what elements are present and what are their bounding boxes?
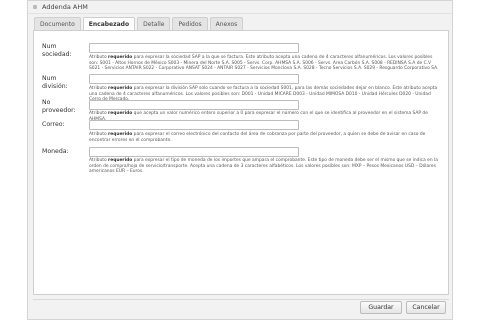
moneda-label: Moneda:	[42, 148, 69, 155]
save-button[interactable]: Guardar	[360, 301, 402, 314]
correo-help: Atributo requerido para expresar el corr…	[89, 132, 426, 143]
no-proveedor-label: No proveedor:	[42, 99, 76, 114]
num-sociedad-input[interactable]	[89, 43, 299, 53]
footer-divider	[33, 299, 449, 300]
num-division-input[interactable]	[89, 74, 299, 84]
tab-encabezado[interactable]: Encabezado	[82, 17, 136, 31]
num-sociedad-label: Num sociedad:	[42, 43, 72, 58]
window-title: Addenda AHM	[42, 3, 88, 11]
tab-detalle[interactable]: Detalle	[137, 17, 171, 30]
tab-pedidos[interactable]: Pedidos	[172, 17, 208, 30]
no-proveedor-input[interactable]	[89, 100, 299, 110]
correo-label: Correo:	[42, 121, 65, 128]
correo-input[interactable]	[89, 120, 299, 130]
encabezado-panel: Num sociedad: Atributo requerido para ex…	[33, 30, 449, 295]
title-bar[interactable]: Addenda AHM	[28, 1, 452, 14]
window-icon	[33, 5, 37, 9]
tab-bar: Documento Encabezado Detalle Pedidos Ane…	[34, 17, 245, 31]
moneda-input[interactable]	[89, 147, 299, 157]
tab-anexos[interactable]: Anexos	[209, 17, 244, 30]
moneda-help: Atributo requerido para expresar el tipo…	[89, 158, 438, 175]
cancel-button[interactable]: Cancelar	[406, 301, 446, 314]
num-sociedad-help: Atributo requerido para expresar la soci…	[89, 55, 439, 72]
tab-documento[interactable]: Documento	[34, 17, 81, 30]
addenda-dialog: Addenda AHM Documento Encabezado Detalle…	[27, 0, 453, 320]
num-division-label: Num división:	[42, 75, 68, 90]
